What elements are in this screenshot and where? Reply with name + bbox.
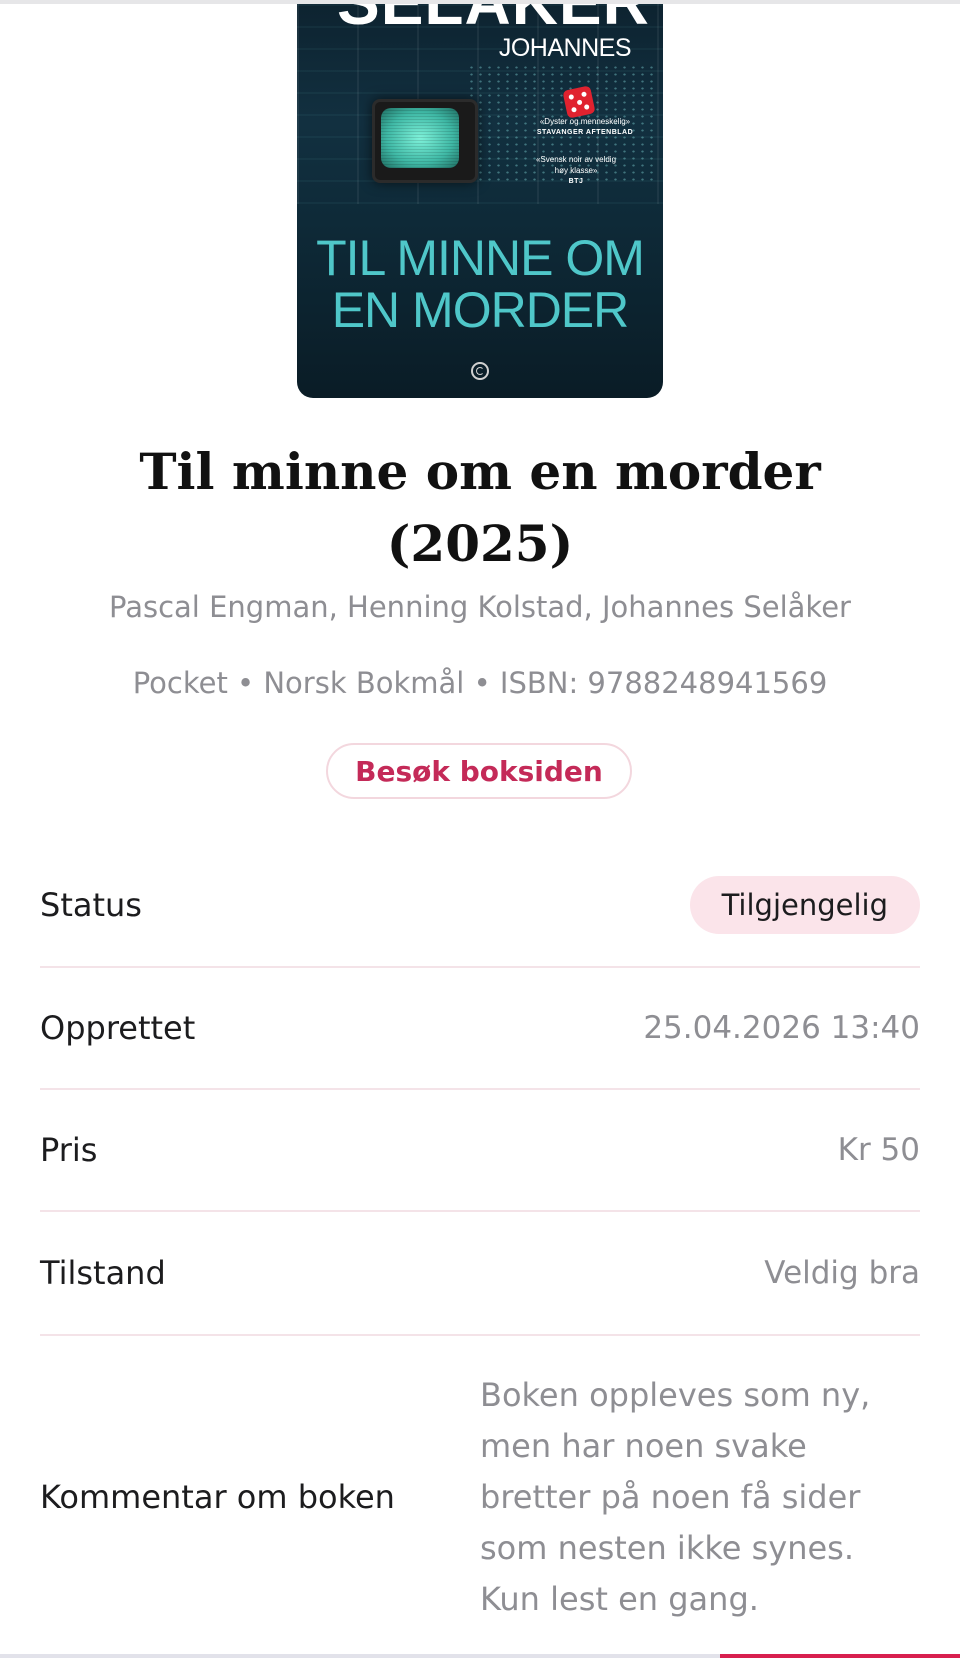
tv-screen xyxy=(381,108,459,168)
cover-author-last-name: SELÅKER xyxy=(337,4,649,34)
dice-icon xyxy=(562,85,596,119)
cover-quote-1-source: STAVANGER AFTENBLAD xyxy=(536,129,634,136)
comment-value: Boken oppleves som ny, men har noen svak… xyxy=(480,1375,871,1618)
cover-title-line-2: EN MORDER xyxy=(331,282,630,338)
cover-quote-1: «Dyster og menneskelig» STAVANGER AFTENB… xyxy=(525,116,645,138)
book-meta: Pocket • Norsk Bokmål • ISBN: 9788248941… xyxy=(132,666,828,700)
detail-row-comment: Kommentar om boken Boken oppleves som ny… xyxy=(40,1336,920,1658)
detail-row-price: Pris Kr 50 xyxy=(40,1090,920,1212)
bottom-progress-track xyxy=(0,1654,720,1658)
status-label: Status xyxy=(40,886,142,924)
status-badge: Tilgjengelig xyxy=(689,876,920,934)
bottom-progress-indicator xyxy=(720,1654,960,1658)
cover-quote-2-text: «Svensk noir av veldig høy klasse» xyxy=(535,155,617,175)
price-label: Pris xyxy=(40,1131,98,1169)
cover-author-first-name: JOHANNES xyxy=(498,34,632,62)
comment-label: Kommentar om boken xyxy=(40,1478,395,1516)
condition-label: Tilstand xyxy=(40,1254,166,1292)
created-value: 25.04.2026 13:40 xyxy=(643,1010,920,1046)
book-title: Til minne om en morder (2025) xyxy=(139,442,821,573)
cover-title-line-1: TIL MINNE OM xyxy=(316,230,645,286)
book-cover-image: SELÅKER JOHANNES «Dyster og menneskelig»… xyxy=(297,4,663,398)
cover-quote-2: «Svensk noir av veldig høy klasse» BTJ xyxy=(531,154,621,187)
detail-row-status: Status Tilgjengelig xyxy=(40,844,920,968)
tv-icon xyxy=(372,99,478,183)
condition-value: Veldig bra xyxy=(764,1255,920,1291)
cover-quote-1-text: «Dyster og menneskelig» xyxy=(539,117,631,126)
price-value: Kr 50 xyxy=(837,1132,920,1168)
created-label: Opprettet xyxy=(40,1009,196,1047)
visit-book-page-button[interactable]: Besøk boksiden xyxy=(326,743,632,799)
detail-row-condition: Tilstand Veldig bra xyxy=(40,1212,920,1336)
detail-row-created: Opprettet 25.04.2026 13:40 xyxy=(40,968,920,1090)
book-authors: Pascal Engman, Henning Kolstad, Johannes… xyxy=(109,590,851,624)
cover-quote-2-source: BTJ xyxy=(568,178,584,185)
cover-title: TIL MINNE OM EN MORDER xyxy=(297,232,663,336)
publisher-logo-icon xyxy=(471,362,489,380)
